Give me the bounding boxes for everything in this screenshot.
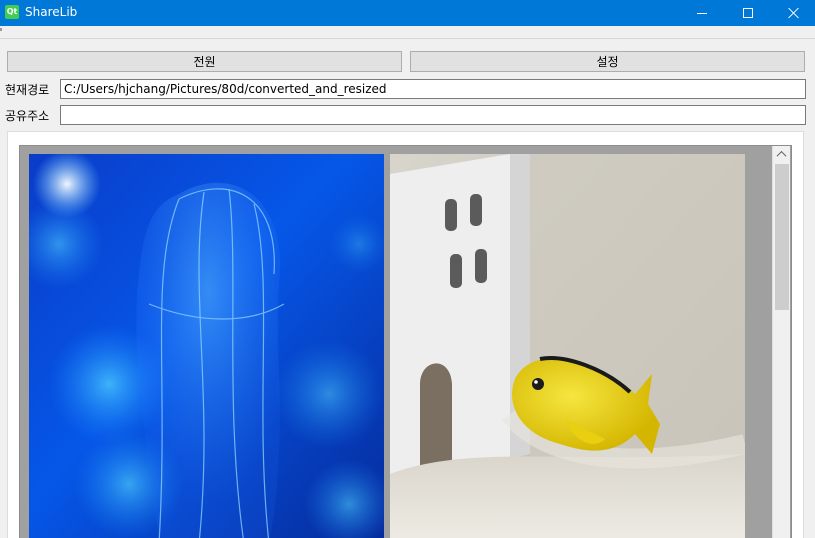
scroll-up-button[interactable] [773,146,790,163]
share-address-label: 공유주소 [5,109,50,123]
yellow-fish-photo-icon [390,154,745,538]
jellyfish-photo-icon [29,154,384,538]
power-button[interactable]: 전원 [7,51,402,72]
share-address-input[interactable] [60,105,806,125]
chevron-up-icon [776,150,787,161]
scrollbar-thumb[interactable] [775,164,789,310]
minimize-icon [697,12,707,14]
gallery-item-jellyfish[interactable] [29,154,384,538]
menu-bar-marker [0,28,2,31]
minimize-button[interactable] [679,0,725,26]
gallery-item-yellow-fish[interactable] [390,154,745,538]
qt-app-icon: Qt [5,5,19,19]
main-window: Qt ShareLib 전원 설정 현재경로 C:/Users/hjchang/… [0,0,815,538]
close-button[interactable] [771,0,815,26]
current-path-input[interactable]: C:/Users/hjchang/Pictures/80d/converted_… [60,79,806,99]
window-title: ShareLib [25,5,78,19]
maximize-icon [743,8,753,18]
menu-bar [0,26,815,39]
settings-button[interactable]: 설정 [410,51,805,72]
maximize-button[interactable] [725,0,771,26]
title-bar[interactable]: Qt ShareLib [0,0,815,26]
vertical-scrollbar[interactable] [772,146,790,538]
close-icon [788,7,800,19]
current-path-label: 현재경로 [5,83,50,97]
